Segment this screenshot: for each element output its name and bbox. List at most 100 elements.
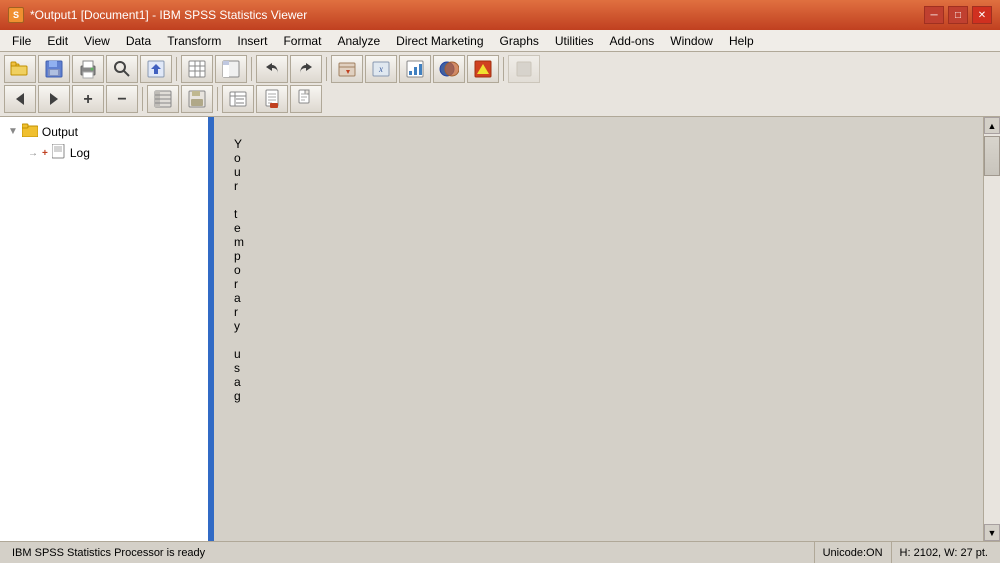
status-text: IBM SPSS Statistics Processor is ready xyxy=(12,547,205,559)
expand-button[interactable]: + xyxy=(72,85,104,113)
toolbar-sep-4 xyxy=(503,57,504,81)
toolbar-row-1: x xyxy=(4,55,996,83)
scroll-down-button[interactable]: ▼ xyxy=(984,524,1000,541)
find-button[interactable] xyxy=(106,55,138,83)
blank-button[interactable] xyxy=(508,55,540,83)
tree-log-item[interactable]: → + Log xyxy=(24,142,204,164)
menu-edit[interactable]: Edit xyxy=(39,32,76,50)
menu-analyze[interactable]: Analyze xyxy=(329,32,388,50)
app-icon: S xyxy=(8,7,24,23)
output-char-space1 xyxy=(234,193,963,207)
toolbar-row-2: + − xyxy=(4,85,996,113)
output-char-o2: o xyxy=(234,263,963,277)
menu-format[interactable]: Format xyxy=(275,32,329,50)
tree-plus-icon: + xyxy=(42,148,48,159)
output-label: Output xyxy=(42,125,78,139)
menu-help[interactable]: Help xyxy=(721,32,762,50)
save2-button[interactable] xyxy=(181,85,213,113)
output-char-r: r xyxy=(234,277,963,291)
output-char-o: o xyxy=(234,151,963,165)
menu-graphs[interactable]: Graphs xyxy=(492,32,547,50)
output-content[interactable]: Y o u r t e m p o r a r y u s a g xyxy=(214,117,983,541)
page-view-button[interactable] xyxy=(256,85,288,113)
output-char-e: e xyxy=(234,221,963,235)
log-label: Log xyxy=(70,146,90,160)
menu-file[interactable]: File xyxy=(4,32,39,50)
open-button[interactable] xyxy=(4,55,36,83)
status-unicode: Unicode:ON xyxy=(815,542,892,563)
toolbar-sep-6 xyxy=(217,87,218,111)
unicode-status: Unicode:ON xyxy=(823,547,883,559)
menu-utilities[interactable]: Utilities xyxy=(547,32,602,50)
vertical-scrollbar: ▲ ▼ xyxy=(983,117,1000,541)
toolbar-sep-2 xyxy=(251,57,252,81)
save-button[interactable] xyxy=(38,55,70,83)
toolbar-sep-1 xyxy=(176,57,177,81)
goto-data-button[interactable] xyxy=(331,55,363,83)
menu-view[interactable]: View xyxy=(76,32,118,50)
undo-button[interactable] xyxy=(256,55,288,83)
svg-text:S: S xyxy=(13,10,19,20)
toolbar-area: x + − xyxy=(0,52,1000,117)
scroll-up-button[interactable]: ▲ xyxy=(984,117,1000,134)
output-char-Y: Y xyxy=(234,137,963,151)
data-view-button[interactable] xyxy=(181,55,213,83)
output-char-u: u xyxy=(234,165,963,179)
svg-text:+: + xyxy=(83,91,92,108)
variables-button[interactable]: x xyxy=(365,55,397,83)
menu-window[interactable]: Window xyxy=(662,32,721,50)
menu-bar: File Edit View Data Transform Insert For… xyxy=(0,30,1000,52)
close-button[interactable]: ✕ xyxy=(972,6,992,24)
tree-output-item[interactable]: ▼ Output xyxy=(4,121,204,142)
title-bar: S *Output1 [Document1] - IBM SPSS Statis… xyxy=(0,0,1000,30)
redo-button[interactable] xyxy=(290,55,322,83)
output-char-space2 xyxy=(234,333,963,347)
output-char-a2: a xyxy=(234,375,963,389)
output-folder-icon xyxy=(22,123,38,140)
output-mgr-button[interactable] xyxy=(467,55,499,83)
panel-view-button[interactable] xyxy=(147,85,179,113)
log-doc-icon xyxy=(52,144,66,162)
window-controls: ─ □ ✕ xyxy=(924,6,992,24)
variable-view-button[interactable] xyxy=(215,55,247,83)
charts-button[interactable] xyxy=(399,55,431,83)
forward-button[interactable] xyxy=(38,85,70,113)
status-bar: IBM SPSS Statistics Processor is ready U… xyxy=(0,541,1000,563)
scroll-thumb[interactable] xyxy=(984,136,1000,176)
output-char-r: r xyxy=(234,179,963,193)
status-main: IBM SPSS Statistics Processor is ready xyxy=(4,542,815,563)
toolbar-sep-3 xyxy=(326,57,327,81)
export-button[interactable] xyxy=(140,55,172,83)
output-char-s: s xyxy=(234,361,963,375)
output-wrapper: Y o u r t e m p o r a r y u s a g xyxy=(214,117,1000,541)
scroll-track[interactable] xyxy=(984,134,1000,524)
list-view-button[interactable] xyxy=(222,85,254,113)
output-char-y: y xyxy=(234,319,963,333)
menu-data[interactable]: Data xyxy=(118,32,159,50)
window-title: *Output1 [Document1] - IBM SPSS Statisti… xyxy=(30,8,307,22)
restore-button[interactable]: □ xyxy=(948,6,968,24)
menu-transform[interactable]: Transform xyxy=(159,32,229,50)
menu-addons[interactable]: Add-ons xyxy=(602,32,663,50)
output-char-a: a xyxy=(234,291,963,305)
export2-button[interactable] xyxy=(290,85,322,113)
minimize-button[interactable]: ─ xyxy=(924,6,944,24)
output-char-m: m xyxy=(234,235,963,249)
back-button[interactable] xyxy=(4,85,36,113)
tree-expand-icon: ▼ xyxy=(8,126,18,137)
output-vertical-text: Y o u r t e m p o r a r y u s a g xyxy=(234,137,963,403)
output-char-r2: r xyxy=(234,305,963,319)
print-button[interactable] xyxy=(72,55,104,83)
collapse-button[interactable]: − xyxy=(106,85,138,113)
output-char-t: t xyxy=(234,207,963,221)
tree-arrow-icon: → xyxy=(28,148,38,159)
menu-insert[interactable]: Insert xyxy=(229,32,275,50)
status-dimensions: H: 2102, W: 27 pt. xyxy=(892,542,996,563)
output-char-g: g xyxy=(234,389,963,403)
menu-direct-marketing[interactable]: Direct Marketing xyxy=(388,32,491,50)
dimension-status: H: 2102, W: 27 pt. xyxy=(900,547,988,559)
output-tree-panel: ▼ Output → + Log xyxy=(0,117,210,541)
toolbar-sep-5 xyxy=(142,87,143,111)
svg-text:x: x xyxy=(378,64,383,74)
analyze-button[interactable] xyxy=(433,55,465,83)
